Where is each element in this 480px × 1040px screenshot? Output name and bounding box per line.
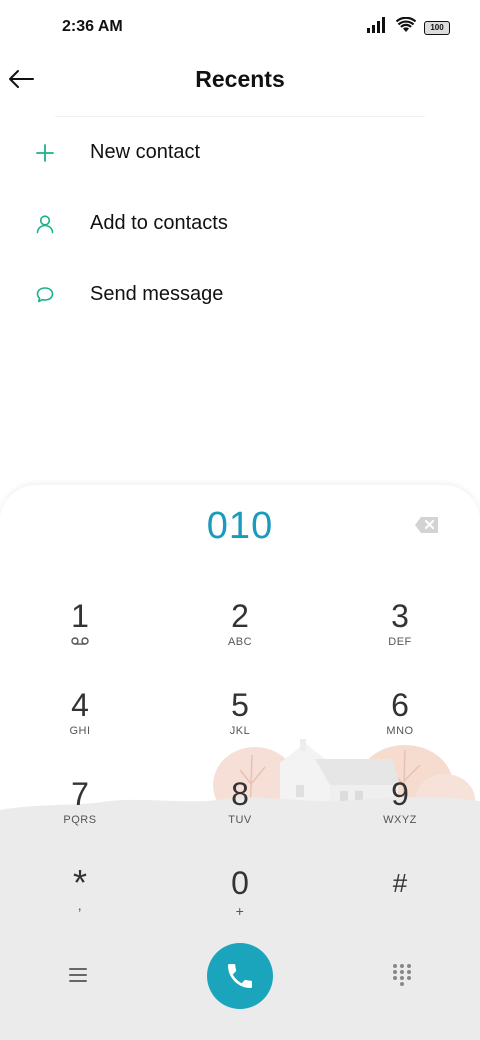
page-title: Recents xyxy=(195,66,285,92)
key-letters: , xyxy=(77,897,83,913)
key-digit: 6 xyxy=(391,687,409,723)
dialpad-icon xyxy=(393,964,411,986)
key-letters: TUV xyxy=(228,814,252,826)
key-hash[interactable]: # xyxy=(340,863,460,943)
chat-bubble-icon xyxy=(34,284,56,306)
key-3[interactable]: 3 DEF xyxy=(340,596,460,676)
key-letters: + xyxy=(235,903,245,919)
key-letters: WXYZ xyxy=(383,814,417,826)
status-time: 2:36 AM xyxy=(62,18,123,35)
send-message-label: Send message xyxy=(90,283,224,305)
backspace-icon xyxy=(415,517,438,533)
key-letters: PQRS xyxy=(63,814,97,826)
status-bar: 2:36 AM 100 xyxy=(0,0,480,56)
call-button[interactable] xyxy=(207,943,273,1009)
new-contact-label: New contact xyxy=(90,141,201,163)
phone-icon xyxy=(228,964,252,988)
key-2[interactable]: 2 ABC xyxy=(180,596,300,676)
key-digit: 9 xyxy=(391,776,409,812)
recents-actions: New contact Add to contacts Send message xyxy=(0,117,480,330)
key-9[interactable]: 9 WXYZ xyxy=(340,774,460,854)
add-to-contacts-item[interactable]: Add to contacts xyxy=(0,188,480,259)
key-letters: MNO xyxy=(386,725,414,737)
signal-icon xyxy=(366,17,388,38)
new-contact-item[interactable]: New contact xyxy=(0,117,480,188)
screen: 2:36 AM 100 Recents New contact Add to c… xyxy=(0,0,480,1040)
key-6[interactable]: 6 MNO xyxy=(340,685,460,765)
menu-button[interactable] xyxy=(66,963,90,987)
keypad-toggle-button[interactable] xyxy=(390,963,414,987)
key-digit: # xyxy=(392,868,408,898)
key-digit: 8 xyxy=(231,776,249,812)
menu-lines-icon xyxy=(69,968,87,982)
person-icon xyxy=(34,213,56,235)
dialer-panel: 010 1 2 ABC 3 DEF 4 GHI 5 JKL 6 MNO 7 PQ… xyxy=(0,485,480,1040)
wifi-icon xyxy=(395,16,417,38)
add-to-contacts-label: Add to contacts xyxy=(90,212,228,234)
key-digit: 3 xyxy=(391,598,409,634)
key-5[interactable]: 5 JKL xyxy=(180,685,300,765)
voicemail-icon xyxy=(20,636,140,650)
backspace-button[interactable] xyxy=(414,515,440,535)
key-1[interactable]: 1 xyxy=(20,596,140,676)
send-message-item[interactable]: Send message xyxy=(0,259,480,330)
dialed-number[interactable]: 010 xyxy=(0,505,480,548)
key-digit: 0 xyxy=(231,865,249,901)
key-letters: GHI xyxy=(69,725,91,737)
key-0[interactable]: 0 + xyxy=(180,863,300,943)
key-letters: JKL xyxy=(229,725,251,737)
header: Recents xyxy=(0,56,480,116)
key-digit: 7 xyxy=(71,776,89,812)
key-8[interactable]: 8 TUV xyxy=(180,774,300,854)
key-4[interactable]: 4 GHI xyxy=(20,685,140,765)
key-star[interactable]: * , xyxy=(20,863,140,943)
key-7[interactable]: 7 PQRS xyxy=(20,774,140,854)
key-letters: ABC xyxy=(227,636,253,648)
key-digit: 5 xyxy=(231,687,249,723)
key-digit: 2 xyxy=(231,598,249,634)
key-letters: DEF xyxy=(388,636,412,648)
key-letters xyxy=(340,903,460,917)
plus-icon xyxy=(34,142,56,164)
status-icons: 100 xyxy=(366,16,450,38)
key-digit: 1 xyxy=(71,598,89,634)
dialer-bottom-bar xyxy=(0,940,480,1020)
key-digit: 4 xyxy=(71,687,89,723)
battery-icon: 100 xyxy=(424,20,450,35)
